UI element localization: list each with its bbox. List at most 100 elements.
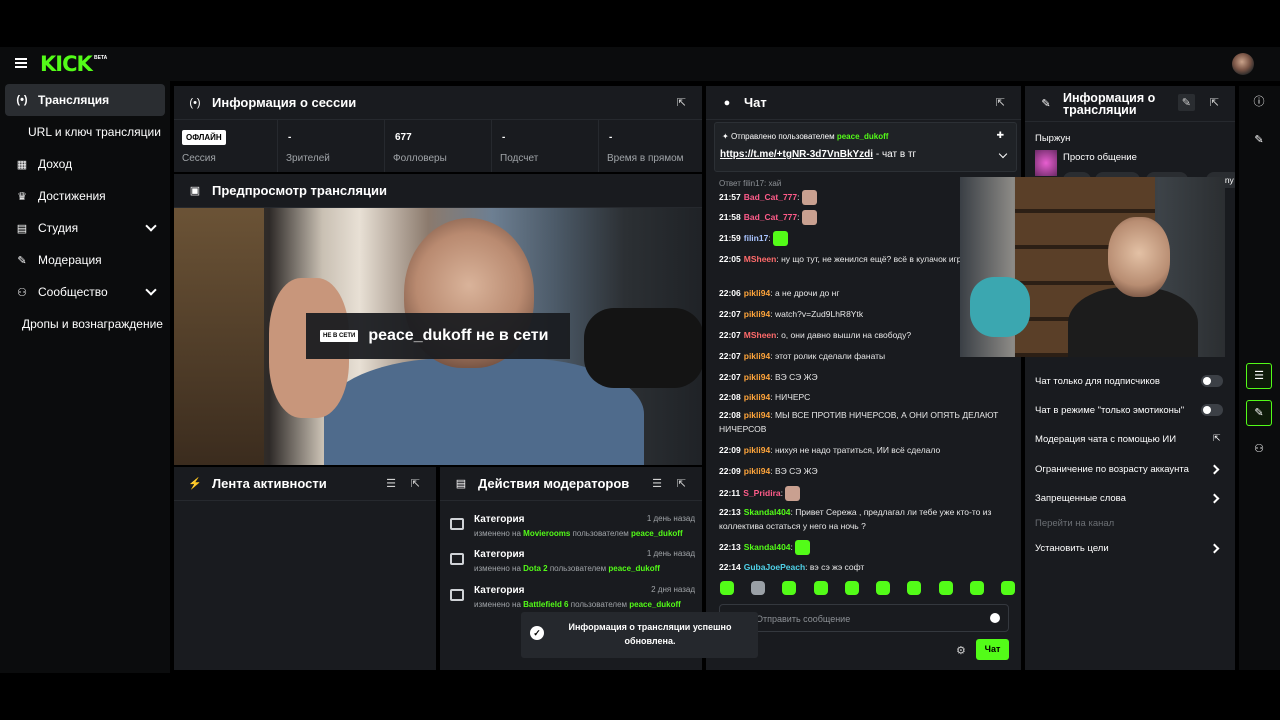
emote-icon[interactable] — [782, 581, 797, 595]
layout-icon[interactable]: ☰ — [1246, 363, 1272, 389]
setting-age-restriction[interactable]: Ограничение по возрасту аккаунта — [1035, 464, 1189, 475]
stat-label: Фолловеры — [393, 153, 447, 164]
chevron-right-icon[interactable] — [1209, 543, 1220, 554]
community-icon[interactable]: ⚇ — [1246, 437, 1272, 463]
broadcast-icon: (•) — [189, 96, 201, 109]
list-item: Категория 1 день назад изменено на Movie… — [450, 514, 695, 548]
message-user[interactable]: GubaJoePeach — [744, 562, 805, 572]
chevron-right-icon[interactable] — [1209, 493, 1220, 504]
message-time: 22:08 — [719, 410, 741, 420]
message-user[interactable]: Skandal404 — [744, 542, 791, 552]
message-user[interactable]: Skandal404 — [744, 507, 791, 517]
subs-only-toggle[interactable] — [1201, 375, 1223, 387]
setting-banned-words[interactable]: Запрещенные слова — [1035, 493, 1126, 504]
chevron-down-icon[interactable] — [998, 149, 1008, 159]
message-user[interactable]: MSheen — [744, 330, 777, 340]
sidebar-item-achievements[interactable]: ♛ Достижения — [5, 180, 165, 212]
sidebar-item-label: Модерация — [38, 253, 102, 267]
popout-icon[interactable]: ⇱ — [1210, 96, 1219, 109]
emoji-icon[interactable] — [990, 613, 1000, 623]
chat-panel: ● Чат ⇱ ✦ Отправлено пользователем peace… — [706, 86, 1021, 670]
sidebar-item-income[interactable]: ▦ Доход — [5, 148, 165, 180]
filter-icon[interactable]: ☰ — [652, 477, 662, 490]
message-user[interactable]: Bad_Cat_777 — [744, 212, 797, 222]
offline-text: peace_dukoff не в сети — [368, 327, 549, 344]
emote-icon[interactable] — [844, 581, 859, 595]
sidebar-item-moderation[interactable]: ✎ Модерация — [5, 244, 165, 276]
chat-message: 22:09 pikli94: нихуя не надо тратиться, И… — [719, 445, 941, 455]
log-icon: ▤ — [455, 478, 467, 490]
gear-icon[interactable]: ⚙ — [956, 644, 966, 657]
sidebar-item-label: Студия — [38, 221, 79, 235]
message-user[interactable]: pikli94 — [744, 372, 770, 382]
broadcast-icon: (•) — [16, 94, 28, 106]
message-user[interactable]: pikli94 — [744, 288, 770, 298]
message-time: 21:57 — [719, 192, 741, 202]
emote-only-toggle[interactable] — [1201, 404, 1223, 416]
stat-label: Зрителей — [286, 153, 330, 164]
emote-icon[interactable] — [876, 581, 891, 595]
stat-value: - — [502, 132, 506, 143]
message-text: watch?v=Zud9LhR8Ytk — [774, 309, 864, 319]
sidebar-item-drops[interactable]: Дропы и вознаграждение — [22, 308, 170, 340]
edit-icon[interactable]: ✎ — [1177, 94, 1195, 111]
stat-label: Время в прямом — [607, 153, 684, 164]
message-user[interactable]: S_Pridira — [743, 488, 780, 498]
chevron-right-icon[interactable] — [1209, 464, 1220, 475]
emote-icon[interactable] — [969, 581, 984, 595]
setting-goals[interactable]: Установить цели — [1035, 543, 1109, 554]
panel-title: Чат — [744, 95, 767, 110]
emote-icon[interactable] — [1000, 581, 1015, 595]
message-text: ВЭ СЭ ЖЭ — [774, 372, 818, 382]
emote-icon[interactable] — [938, 581, 953, 595]
top-bar: KICK BETA — [0, 47, 1280, 81]
message-user[interactable]: Bad_Cat_777 — [744, 192, 797, 202]
message-user[interactable]: pikli94 — [744, 392, 770, 402]
panel-header: ▤ Действия модераторов ☰ ⇱ — [440, 467, 702, 501]
popout-icon[interactable]: ⇱ — [677, 477, 686, 490]
message-user[interactable]: pikli94 — [744, 309, 770, 319]
message-user[interactable]: filin17 — [744, 233, 769, 243]
setting-ai-moderation[interactable]: Модерация чата с помощью ИИ — [1035, 434, 1176, 445]
chat-message: 22:07 pikli94: ВЭ СЭ ЖЭ — [719, 372, 818, 382]
edit-icon[interactable]: ✎ — [1246, 128, 1272, 154]
sidebar-item-community[interactable]: ⚇ Сообщество — [5, 276, 165, 308]
user-avatar[interactable] — [1232, 53, 1254, 75]
emote-icon[interactable] — [720, 581, 734, 595]
menu-icon[interactable] — [15, 58, 27, 68]
sidebar-item-broadcast[interactable]: (•) Трансляция — [5, 84, 165, 116]
go-to-channel-link[interactable]: Перейти на канал — [1035, 518, 1114, 529]
message-user[interactable]: MSheen — [744, 254, 777, 264]
emote-icon[interactable] — [751, 581, 766, 595]
popout-icon[interactable]: ⇱ — [411, 477, 420, 490]
stream-info-panel: ✎ Информация о трансляции ✎ ⇱ Пыржун Прос… — [1025, 86, 1235, 670]
external-link-icon[interactable]: ⇱ — [1213, 433, 1221, 444]
info-icon[interactable]: ⓘ — [1246, 90, 1272, 116]
kick-logo[interactable]: KICK — [40, 52, 93, 76]
message-text: ВЭ СЭ ЖЭ — [774, 466, 818, 476]
message-time: 22:09 — [719, 466, 741, 476]
sidebar-item-studio[interactable]: ▤ Студия — [5, 212, 165, 244]
stream-title: Просто общение — [1063, 152, 1137, 163]
emote-icon[interactable] — [907, 581, 922, 595]
message-user[interactable]: pikli94 — [744, 445, 770, 455]
emote-icon[interactable] — [813, 581, 828, 595]
pin-icon[interactable]: ✚ — [996, 130, 1004, 141]
chat-input[interactable]: Отправить сообщение — [719, 604, 1009, 632]
message-time: 21:58 — [719, 212, 741, 222]
popout-icon[interactable]: ⇱ — [677, 96, 686, 109]
filter-icon[interactable]: ☰ — [386, 477, 396, 490]
message-user[interactable]: pikli94 — [744, 466, 770, 476]
send-chat-button[interactable]: Чат — [976, 639, 1009, 660]
trophy-icon: ♛ — [17, 190, 27, 203]
pinned-message[interactable]: ✦ Отправлено пользователем peace_dukoff … — [714, 122, 1017, 172]
wrench-icon[interactable]: ✎ — [1246, 400, 1272, 426]
sidebar-item-url-key[interactable]: URL и ключ трансляции — [28, 116, 188, 148]
pinned-link: https://t.me/+tgNR-3d7VnBkYzdi — [720, 149, 874, 160]
offline-badge: НЕ В СЕТИ — [320, 330, 359, 342]
message-user[interactable]: pikli94 — [744, 351, 770, 361]
category-icon — [450, 553, 464, 565]
message-text: а не дрочи до нг — [774, 288, 840, 298]
message-user[interactable]: pikli94 — [744, 410, 770, 420]
popout-icon[interactable]: ⇱ — [996, 96, 1005, 109]
